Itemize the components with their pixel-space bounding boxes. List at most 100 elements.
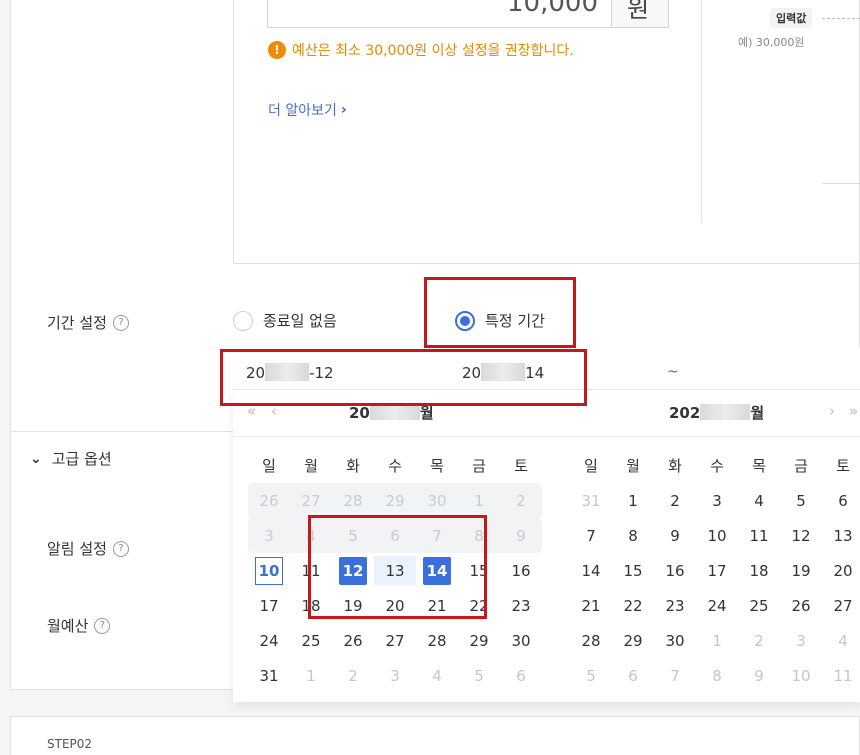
end-date-field[interactable]: 20 14 <box>462 363 544 382</box>
calendar-day[interactable]: 20 <box>822 553 860 588</box>
learn-more-link[interactable]: 더 알아보기 › <box>268 100 347 120</box>
calendar-day[interactable]: 5 <box>780 483 822 518</box>
calendar-day[interactable]: 4 <box>738 483 780 518</box>
calendar-day[interactable]: 24 <box>248 623 290 658</box>
calendar-day-number: 23 <box>665 596 685 615</box>
calendar-day[interactable]: 27 <box>374 623 416 658</box>
calendar-day[interactable]: 13 <box>374 556 416 585</box>
date-range-input[interactable]: 20 -12 ~ 20 14 <box>233 348 860 390</box>
calendar-day-number: 4 <box>306 526 316 545</box>
calendar-day-number: 24 <box>259 631 279 650</box>
calendar-day-number: 30 <box>427 491 447 510</box>
calendar-day: 28 <box>332 483 374 518</box>
calendar-day[interactable]: 12 <box>780 518 822 553</box>
calendar-day-number: 13 <box>833 526 853 545</box>
calendar-day[interactable]: 19 <box>780 553 822 588</box>
calendar-day-number: 29 <box>623 631 643 650</box>
calendar-day[interactable]: 1 <box>612 483 654 518</box>
guide-dash-line <box>822 18 860 19</box>
calendar-day-number: 4 <box>754 491 764 510</box>
calendar-day[interactable]: 16 <box>500 553 542 588</box>
right-month-grid: 일 월 화 수 목 금 토 31 1 2 3 4 5 6 7 8 9 10 11 12 13 14 15 16 17 18 19 20… <box>570 447 860 693</box>
weekday-header: 토 <box>836 456 850 475</box>
calendar-day[interactable]: 22 <box>458 588 500 623</box>
currency-unit-text: 원 <box>627 0 650 23</box>
calendar-day[interactable]: 9 <box>654 518 696 553</box>
calendar-day[interactable]: 20 <box>374 588 416 623</box>
help-icon[interactable]: ? <box>94 617 111 634</box>
step-card: STEP02 <box>10 716 860 755</box>
help-icon[interactable]: ? <box>112 314 129 331</box>
calendar-day[interactable]: 2 <box>654 483 696 518</box>
calendar-day[interactable]: 14 <box>416 553 458 588</box>
calendar-day[interactable]: 28 <box>570 623 612 658</box>
calendar-day[interactable]: 23 <box>654 588 696 623</box>
calendar-day[interactable]: 12 <box>332 553 374 588</box>
calendar-day-number: 1 <box>712 631 722 650</box>
calendar-day[interactable]: 16 <box>654 553 696 588</box>
calendar-day[interactable]: 13 <box>822 518 860 553</box>
calendar-day[interactable]: 10 <box>696 518 738 553</box>
radio-no-end-date[interactable]: 종료일 없음 <box>233 310 337 331</box>
calendar-day[interactable]: 10 <box>248 553 290 588</box>
calendar-day[interactable]: 15 <box>612 553 654 588</box>
monthly-budget-text: 월예산 <box>47 617 89 635</box>
calendar-day-number: 26 <box>343 631 363 650</box>
prev-year-icon[interactable]: « <box>247 402 256 420</box>
calendar-day[interactable]: 7 <box>570 518 612 553</box>
weekday-header: 일 <box>262 456 276 475</box>
calendar-day-number: 8 <box>474 526 484 545</box>
calendar-day[interactable]: 31 <box>248 658 290 693</box>
start-date-field[interactable]: 20 -12 <box>246 363 334 382</box>
radio-specific-period[interactable]: 특정 기간 <box>455 310 545 331</box>
weekday-header: 월 <box>626 456 640 475</box>
calendar-day[interactable]: 11 <box>738 518 780 553</box>
weekday-header: 금 <box>472 456 486 475</box>
calendar-day[interactable]: 26 <box>780 588 822 623</box>
advanced-options-toggle[interactable]: ⌄ 고급 옵션 <box>30 448 112 469</box>
calendar-day-number: 3 <box>264 526 274 545</box>
left-month-prefix: 20 <box>349 404 370 422</box>
calendar-day[interactable]: 21 <box>570 588 612 623</box>
calendar-day[interactable]: 18 <box>738 553 780 588</box>
next-month-icon[interactable]: › <box>829 402 835 420</box>
calendar-day[interactable]: 26 <box>332 623 374 658</box>
calendar-day[interactable]: 29 <box>612 623 654 658</box>
alert-setting-text: 알림 설정 <box>47 540 107 558</box>
calendar-day[interactable]: 21 <box>416 588 458 623</box>
calendar-day[interactable]: 17 <box>696 553 738 588</box>
calendar-day[interactable]: 23 <box>500 588 542 623</box>
calendar-day[interactable]: 18 <box>290 588 332 623</box>
calendar-day[interactable]: 25 <box>290 623 332 658</box>
calendar-day[interactable]: 6 <box>822 483 860 518</box>
calendar-day[interactable]: 15 <box>458 553 500 588</box>
help-icon[interactable]: ? <box>112 540 129 557</box>
calendar-day[interactable]: 24 <box>696 588 738 623</box>
calendar-day: 9 <box>500 518 542 553</box>
calendar-day-number: 10 <box>255 556 283 585</box>
calendar-day[interactable]: 19 <box>332 588 374 623</box>
calendar-day: 7 <box>654 658 696 693</box>
calendar-day[interactable]: 11 <box>290 553 332 588</box>
calendar-day[interactable]: 8 <box>612 518 654 553</box>
calendar-day-number: 1 <box>306 666 316 685</box>
budget-amount-input[interactable]: 10,000 <box>267 0 612 28</box>
calendar-day-number: 16 <box>665 561 685 580</box>
redacted-text <box>700 404 751 420</box>
calendar-day[interactable]: 14 <box>570 553 612 588</box>
prev-month-icon[interactable]: ‹ <box>271 402 277 420</box>
weekday-header: 월 <box>304 456 318 475</box>
guide-line <box>823 183 860 184</box>
calendar-day[interactable]: 25 <box>738 588 780 623</box>
calendar-day-number: 30 <box>511 631 531 650</box>
calendar-day[interactable]: 30 <box>654 623 696 658</box>
calendar-day[interactable]: 17 <box>248 588 290 623</box>
calendar-day[interactable]: 29 <box>458 623 500 658</box>
calendar-day[interactable]: 22 <box>612 588 654 623</box>
next-year-icon[interactable]: » <box>849 402 858 420</box>
calendar-day[interactable]: 28 <box>416 623 458 658</box>
calendar-day[interactable]: 27 <box>822 588 860 623</box>
calendar-day-number: 14 <box>423 556 451 585</box>
calendar-day[interactable]: 30 <box>500 623 542 658</box>
calendar-day[interactable]: 3 <box>696 483 738 518</box>
